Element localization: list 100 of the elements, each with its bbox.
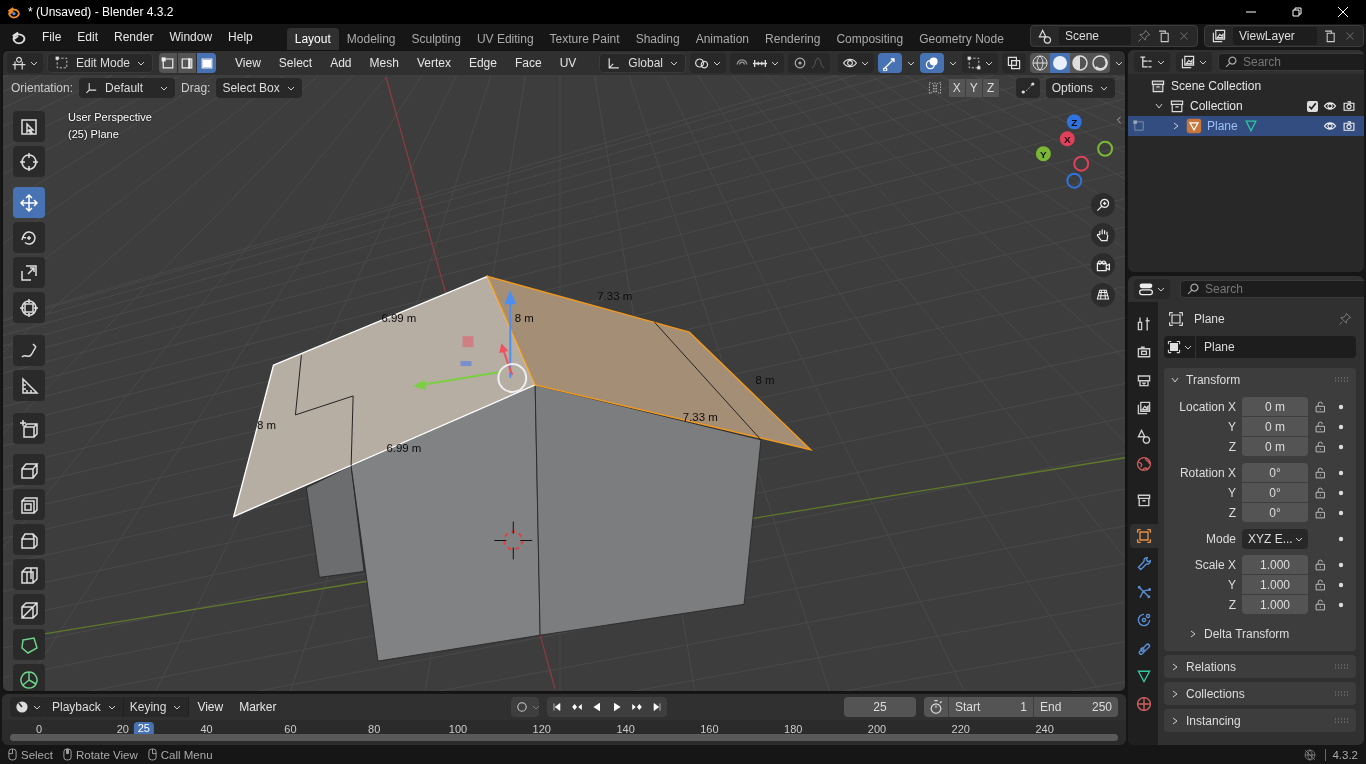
tool-button[interactable] [13, 146, 45, 177]
tool-button[interactable] [13, 559, 45, 590]
grip-icon[interactable] [1334, 690, 1350, 697]
tool-button[interactable] [13, 335, 45, 366]
number-field[interactable]: 1.000 [1242, 555, 1308, 574]
half-sphere-icon[interactable] [1070, 53, 1090, 73]
workspace-tab[interactable]: Geometry Node [911, 28, 1012, 50]
lock-icon[interactable] [1314, 558, 1328, 572]
search-field[interactable]: Search [1218, 53, 1364, 71]
tool-button[interactable] [13, 111, 45, 142]
options-dropdown[interactable]: Options [1045, 78, 1115, 98]
pin-icon[interactable] [1338, 312, 1352, 326]
menu-item[interactable]: Select [271, 52, 320, 74]
workspace-tab[interactable]: Shading [627, 28, 688, 50]
tool-button[interactable] [13, 292, 45, 323]
drag-dropdown[interactable]: Select Box [216, 78, 302, 98]
editor-type-button[interactable] [1134, 52, 1170, 72]
tree-row[interactable]: Plane [1128, 116, 1364, 136]
editor-type-button[interactable] [10, 697, 46, 717]
workspace-tab[interactable]: UV Editing [468, 28, 542, 50]
tool-button[interactable] [13, 524, 45, 555]
properties-tab[interactable] [1130, 524, 1158, 548]
workspace-tab[interactable]: Modeling [338, 28, 404, 50]
vertex-select-button[interactable] [159, 53, 179, 73]
orientation-dropdown[interactable]: Global [599, 53, 686, 73]
tree-item[interactable]: Collection [1190, 99, 1243, 113]
pan-button[interactable] [1091, 223, 1115, 247]
workspace-tab[interactable]: Sculpting [403, 28, 469, 50]
zoom-button[interactable] [1091, 193, 1115, 217]
panel-header[interactable]: Transform [1170, 368, 1350, 391]
keyframe-dot-icon[interactable] [1338, 404, 1344, 410]
axis-gizmo-ball[interactable] [1097, 140, 1114, 157]
number-field[interactable]: 0 m [1242, 437, 1308, 456]
checkbox[interactable] [1307, 100, 1318, 112]
orientation-dropdown[interactable]: Default [79, 78, 176, 98]
menu-item[interactable]: View [189, 696, 232, 718]
end-frame-value[interactable]: 250 [1091, 700, 1112, 714]
tool-button[interactable] [13, 629, 45, 660]
workspace-tab[interactable]: Rendering [757, 28, 829, 50]
eye-icon[interactable] [1323, 99, 1337, 113]
workspace-tab[interactable]: Texture Paint [541, 28, 628, 50]
overlays-button[interactable] [920, 53, 944, 73]
pivot-button[interactable] [690, 53, 726, 73]
tool-button[interactable] [13, 257, 45, 288]
start-frame-value[interactable]: 1 [1020, 700, 1027, 714]
grip-icon[interactable] [1334, 663, 1350, 670]
lock-icon[interactable] [1314, 420, 1328, 434]
keyframe-dot-icon[interactable] [1338, 536, 1344, 542]
chevron-icon[interactable] [1154, 101, 1164, 111]
keyframe-dot-icon[interactable] [1338, 582, 1344, 588]
menu-item[interactable]: Marker [231, 696, 285, 718]
current-frame-field[interactable]: 25 [844, 697, 916, 717]
camera-view-button[interactable] [1091, 253, 1115, 277]
axis-gizmo-ball[interactable]: Y [1036, 146, 1051, 162]
editor-type-button[interactable] [1134, 279, 1170, 299]
tool-button[interactable] [13, 187, 45, 218]
number-field[interactable]: 0° [1242, 503, 1308, 522]
number-field[interactable]: 0° [1242, 483, 1308, 502]
keyframe-dot-icon[interactable] [1338, 424, 1344, 430]
timeline-scrollbar[interactable] [10, 734, 1118, 741]
menu-item[interactable]: File [34, 26, 70, 48]
menu-item[interactable]: Keying [123, 697, 190, 717]
number-field[interactable]: 0 m [1242, 417, 1308, 436]
mirror-butterfly-icon[interactable] [926, 80, 943, 96]
snap-button[interactable] [730, 53, 784, 73]
keyframe-dot-icon[interactable] [1338, 510, 1344, 516]
camera-icon[interactable] [1342, 119, 1356, 133]
subpanel-header[interactable]: Delta Transform [1170, 621, 1350, 647]
copy-icon[interactable] [1157, 29, 1171, 43]
lock-icon[interactable] [1314, 486, 1328, 500]
tool-button[interactable] [13, 664, 45, 691]
pin-icon[interactable] [1137, 29, 1151, 43]
tree-item[interactable]: Scene Collection [1171, 79, 1262, 93]
menu-item[interactable]: View [228, 52, 268, 74]
axis-gizmo-ball[interactable] [1073, 155, 1090, 172]
lock-icon[interactable] [1314, 598, 1328, 612]
axis-gizmo-ball[interactable] [1066, 172, 1083, 189]
record-button[interactable] [510, 697, 539, 717]
tool-button[interactable] [13, 222, 45, 253]
copy-icon[interactable] [1323, 29, 1337, 43]
menu-item[interactable]: Help [220, 26, 261, 48]
face-select-button[interactable] [197, 53, 217, 73]
lock-icon[interactable] [1314, 400, 1328, 414]
number-field[interactable]: 1.000 [1242, 575, 1308, 594]
keyframe-dot-icon[interactable] [1338, 602, 1344, 608]
menu-item[interactable]: Add [323, 52, 359, 74]
proportional-edit-button[interactable] [788, 53, 830, 73]
edge-select-button[interactable] [178, 53, 198, 73]
tool-button[interactable] [13, 489, 45, 520]
lock-icon[interactable] [1314, 440, 1328, 454]
eye-icon[interactable] [1323, 119, 1337, 133]
workspace-tab[interactable]: Layout [286, 28, 339, 50]
shaded-sphere-icon[interactable] [1090, 53, 1110, 73]
keyframe-dot-icon[interactable] [1338, 444, 1344, 450]
editor-type-button[interactable] [7, 53, 43, 73]
mesh-overlays-button[interactable] [962, 53, 998, 73]
number-field[interactable]: 1.000 [1242, 595, 1308, 614]
camera-icon[interactable] [1342, 99, 1356, 113]
lock-icon[interactable] [1314, 578, 1328, 592]
xray-button[interactable] [1002, 53, 1026, 73]
